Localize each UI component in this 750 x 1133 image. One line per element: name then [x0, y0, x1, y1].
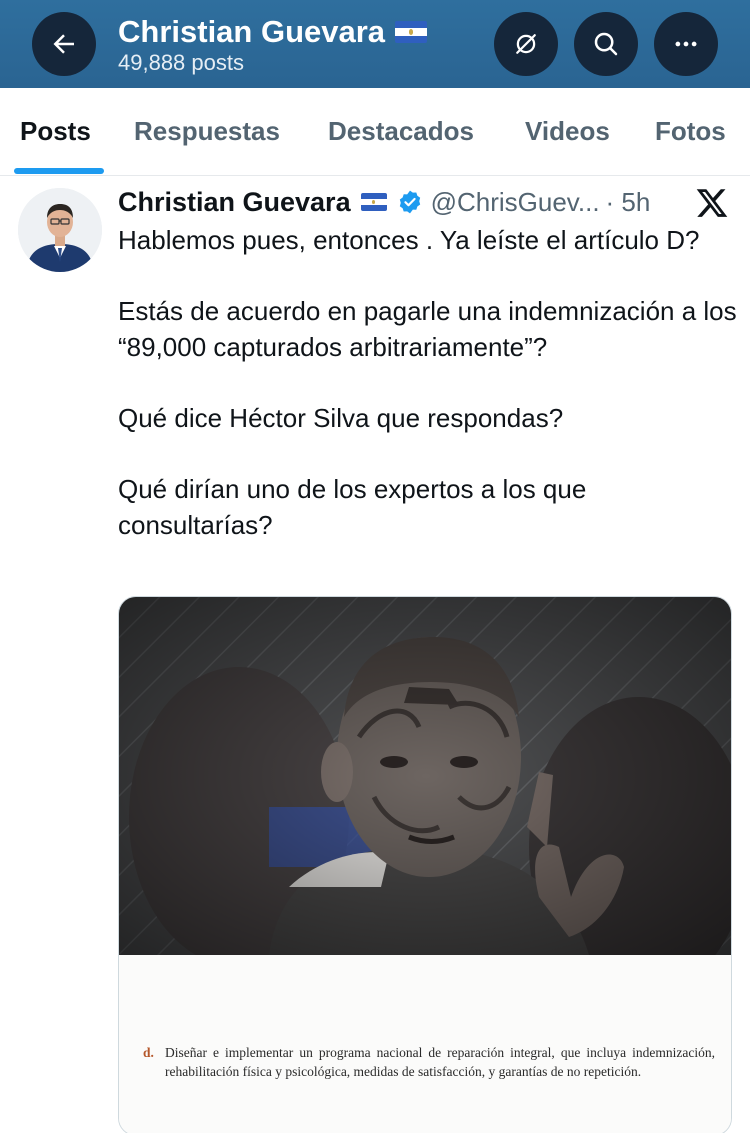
back-arrow-icon — [53, 34, 74, 54]
x-logo-icon — [696, 189, 728, 217]
more-button[interactable] — [654, 12, 718, 76]
search-button[interactable] — [574, 12, 638, 76]
post-paragraph: Qué dirían uno de los expertos a los que… — [118, 474, 587, 540]
verified-badge-icon — [399, 190, 420, 214]
author-name[interactable]: Christian Guevara — [118, 187, 351, 218]
post-header: Christian Guevara @ChrisGuev... · 5h — [118, 184, 650, 220]
post-paragraph: Estás de acuerdo en pagarle una indemniz… — [118, 296, 737, 362]
media-photo — [119, 597, 731, 955]
grok-button[interactable] — [494, 12, 558, 76]
document-excerpt: d. Diseñar e implementar un programa nac… — [119, 955, 731, 1133]
search-icon — [594, 32, 618, 56]
back-button[interactable] — [32, 12, 96, 76]
tab-fotos[interactable]: Fotos — [655, 116, 726, 147]
grok-icon — [516, 34, 536, 54]
post-text: Hablemos pues, entonces . Ya leíste el a… — [118, 222, 738, 543]
document-item-letter: d. — [143, 1045, 154, 1060]
posts-count: 49,888 posts — [118, 50, 244, 75]
el-salvador-flag-icon — [395, 21, 428, 43]
profile-name: Christian Guevara — [118, 14, 386, 49]
post-media[interactable]: d. Diseñar e implementar un programa nac… — [118, 596, 732, 1133]
profile-tabs: Posts Respuestas Destacados Videos Fotos — [0, 88, 750, 176]
tab-videos[interactable]: Videos — [525, 116, 610, 147]
post-paragraph: Hablemos pues, entonces . Ya leíste el a… — [118, 225, 700, 255]
active-tab-indicator — [14, 168, 104, 174]
tab-destacados[interactable]: Destacados — [328, 116, 474, 147]
document-item-text: Diseñar e implementar un programa nacion… — [165, 1045, 715, 1079]
document-text-block: d. Diseñar e implementar un programa nac… — [143, 1043, 715, 1081]
avatar[interactable] — [18, 188, 102, 272]
post-time[interactable]: · 5h — [606, 187, 651, 218]
tab-posts[interactable]: Posts — [20, 116, 91, 147]
author-handle[interactable]: @ChrisGuev... — [431, 187, 600, 218]
profile-header: Christian Guevara 49,888 posts — [0, 0, 750, 88]
avatar-photo — [18, 188, 102, 272]
post-paragraph: Qué dice Héctor Silva que respondas? — [118, 403, 564, 433]
profile-title: Christian Guevara — [118, 14, 428, 50]
tab-respuestas[interactable]: Respuestas — [134, 116, 280, 147]
more-icon — [675, 41, 697, 47]
el-salvador-flag-icon — [360, 193, 387, 211]
